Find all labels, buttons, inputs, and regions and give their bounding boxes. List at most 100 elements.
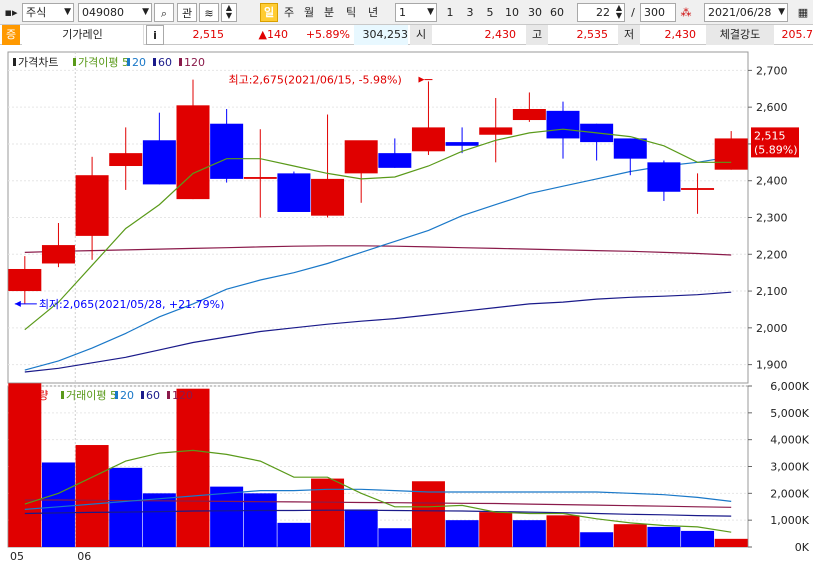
volume-bar (479, 512, 513, 547)
chart-area[interactable]: 1,9002,0002,1002,2002,3002,4002,5002,600… (0, 46, 813, 565)
strength-label: 체결강도 (706, 25, 774, 45)
volume-legend-marker (13, 391, 16, 399)
volume-bar (8, 383, 42, 547)
volume-legend-marker (61, 391, 64, 399)
price-change-pct: +5.89% (305, 28, 350, 41)
price-tick-label: 2,200 (756, 248, 788, 261)
low-annotation: 최저:2,065(2021/05/28, +21.79%) (39, 298, 225, 311)
interval-3-button[interactable]: 3 (463, 3, 477, 22)
price-legend-marker (179, 58, 182, 66)
price-tick-label: 2,700 (756, 64, 788, 77)
watch-button[interactable]: 관 (177, 3, 197, 22)
period-week-tab[interactable]: 주 (281, 3, 297, 22)
price-change: ▲140 (258, 28, 288, 41)
visible-count-input[interactable]: 22 ▲ ▼ (577, 3, 625, 22)
volume-bar (210, 486, 244, 547)
price-legend-marker (73, 58, 76, 66)
volume-bar (378, 528, 412, 547)
candle-body (344, 140, 378, 174)
interval-10-button[interactable]: 10 (502, 3, 522, 22)
high-annotation: 최고:2,675(2021/06/15, -5.98%) (228, 74, 401, 87)
info-button[interactable]: i (146, 25, 164, 45)
candle-body (8, 268, 42, 292)
total-count-value: 300 (644, 6, 665, 19)
volume-value: 304,253 (354, 25, 408, 45)
market-select[interactable]: 주식 ▼ (22, 3, 74, 22)
volume-tick-label: 6,000K (770, 380, 809, 393)
volume-tick-label: 3,000K (770, 461, 809, 474)
volume-bar (41, 462, 75, 547)
volume-tick-label: 2,000K (770, 487, 809, 500)
price-tick-label: 2,100 (756, 285, 788, 298)
volume-legend-marker (141, 391, 144, 399)
chart-tools-icon[interactable]: ▦ (796, 3, 810, 22)
candle-body (647, 162, 681, 192)
x-axis-label: 05 (10, 550, 24, 563)
volume-bar (681, 530, 715, 547)
candle-body (546, 110, 580, 139)
volume-legend-label: 거래이평 5 (66, 389, 117, 402)
chevron-down-icon: ▼ (142, 7, 149, 17)
candle-body (41, 245, 75, 264)
candle-body (445, 142, 479, 146)
price-legend-marker (13, 58, 16, 66)
current-price: 2,515 (192, 28, 225, 41)
price-legend-label: 120 (184, 56, 205, 69)
sync-icon[interactable]: ≋ (199, 3, 219, 22)
quote-bar: 증 기가레인 i 2,515 ▲140 +5.89% 304,253 시 2,4… (0, 25, 813, 45)
spin-icon: ▲ ▼ (615, 3, 622, 20)
volume-legend-label: 20 (120, 389, 134, 402)
date-picker[interactable]: 2021/06/28 ▼ (704, 3, 788, 22)
price-legend-label: 가격차트 (18, 56, 58, 69)
chevron-down-icon: ▼ (427, 7, 434, 17)
period-tick-tab[interactable]: 틱 (343, 3, 359, 22)
market-flag: 증 (2, 25, 20, 45)
interval-5-button[interactable]: 5 (483, 3, 497, 22)
candle-body (512, 109, 546, 121)
high-price: 2,535 (576, 28, 609, 41)
count-separator: / (631, 6, 635, 19)
candle-body (378, 153, 412, 168)
period-year-tab[interactable]: 년 (365, 3, 381, 22)
volume-bar (277, 522, 311, 547)
grid-settings-icon[interactable]: ⁂ (678, 3, 694, 22)
volume-bar (580, 532, 614, 547)
low-label: 저 (618, 25, 640, 45)
volume-bar (546, 515, 580, 547)
period-day-tab[interactable]: 일 (260, 3, 278, 22)
low-price: 2,430 (664, 28, 697, 41)
price-tick-label: 2,400 (756, 175, 788, 188)
pin-icon[interactable]: ▪▸ (4, 3, 18, 22)
last-pct-label: (5.89%) (754, 143, 798, 156)
volume-bar (714, 538, 748, 547)
chevron-down-icon: ▼ (778, 7, 785, 17)
updown-stepper[interactable]: ▲ ▼ (221, 3, 237, 22)
candle-body (277, 173, 311, 212)
volume-bar (613, 524, 647, 547)
search-button[interactable]: ⌕ (154, 3, 174, 22)
candle-body (210, 123, 244, 179)
price-legend-label: 가격이평 5 (78, 56, 129, 69)
last-price-label: 2,515 (754, 129, 786, 142)
strength-value: 205.7 (781, 28, 813, 41)
interval-30-button[interactable]: 30 (525, 3, 545, 22)
candle-body (311, 178, 345, 216)
price-legend-marker (127, 58, 130, 66)
volume-legend-label: 120 (172, 389, 193, 402)
chevron-down-icon: ▼ (64, 7, 71, 17)
interval-60-button[interactable]: 60 (547, 3, 567, 22)
volume-legend-label: 거래량 (18, 389, 48, 402)
price-tick-label: 2,000 (756, 322, 788, 335)
period-month-tab[interactable]: 월 (301, 3, 317, 22)
code-input-value: 049080 (82, 6, 124, 19)
volume-bar (344, 509, 378, 547)
period-minute-tab[interactable]: 분 (321, 3, 337, 22)
interval-select[interactable]: 1 ▼ (395, 3, 437, 22)
candle-body (411, 127, 445, 152)
total-count-input[interactable]: 300 (640, 3, 676, 22)
code-input[interactable]: 049080 ▼ (78, 3, 152, 22)
candle-body (613, 138, 647, 159)
candle-body (75, 175, 109, 236)
interval-select-value: 1 (399, 6, 406, 19)
interval-1-button[interactable]: 1 (443, 3, 457, 22)
